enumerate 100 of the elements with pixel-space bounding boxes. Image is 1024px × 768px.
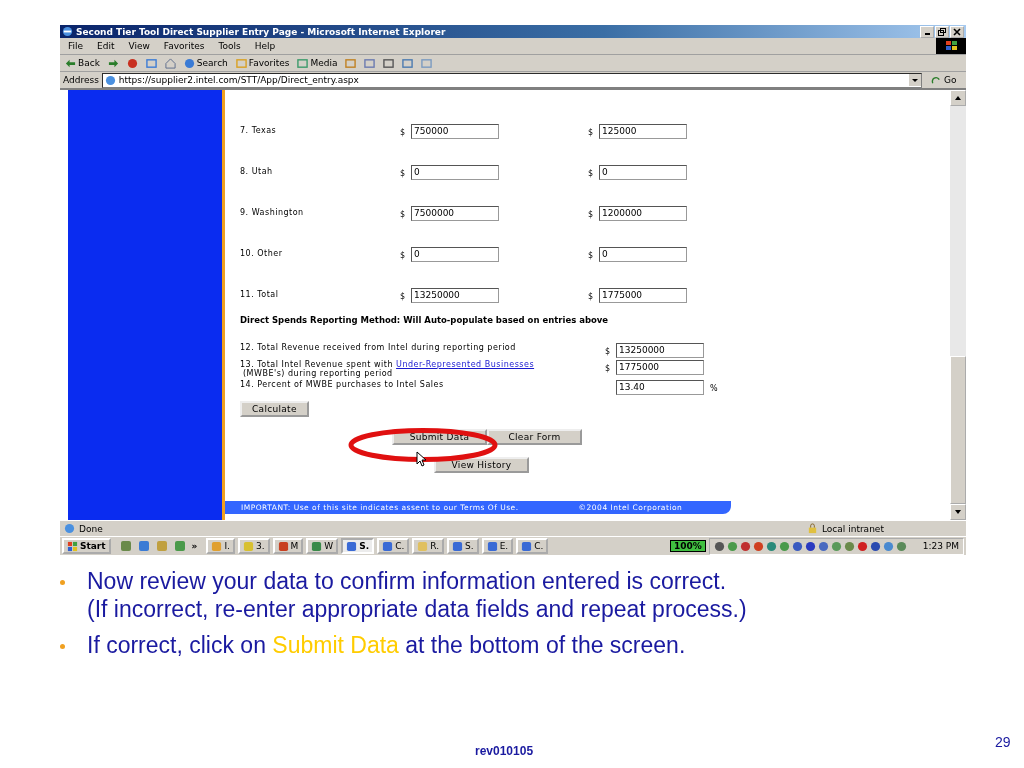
menu-item[interactable]: File <box>68 41 84 51</box>
more-button[interactable]: » <box>191 541 198 551</box>
toolbar-icon <box>383 57 395 69</box>
tray-icon[interactable] <box>817 540 829 552</box>
toolbar-button[interactable] <box>106 57 120 69</box>
dropdown-button[interactable] <box>909 74 921 86</box>
toolbar-button[interactable] <box>125 57 139 69</box>
right-arrow-icon <box>107 57 119 69</box>
revision-label: rev010105 <box>475 744 534 758</box>
toolbar-button[interactable] <box>401 57 415 69</box>
toolbar-button[interactable] <box>163 57 177 69</box>
close-button[interactable] <box>950 25 964 38</box>
tray-icon[interactable] <box>713 540 725 552</box>
taskbar-button[interactable]: C. <box>377 538 410 554</box>
menu-item[interactable]: View <box>128 41 150 51</box>
toolbar-button[interactable] <box>344 57 358 69</box>
tray-icon[interactable] <box>895 540 907 552</box>
taskbar-button[interactable]: S. <box>341 538 375 554</box>
input-field[interactable]: 7500000 <box>411 206 499 221</box>
close-icon <box>953 27 961 36</box>
app-icon <box>311 540 323 552</box>
question-label: 14. Percent of MWBE purchases to Intel Sales <box>240 380 445 389</box>
tray-icon[interactable] <box>791 540 803 552</box>
menu-item[interactable]: Help <box>254 41 276 51</box>
menu-item[interactable]: Favorites <box>163 41 205 51</box>
window-title: Second Tier Tool Direct Supplier Entry Page - Microsoft Internet Explorer <box>76 26 447 37</box>
tray-icon[interactable] <box>739 540 751 552</box>
input-field[interactable]: 1775000 <box>599 288 687 303</box>
page-icon <box>64 523 75 534</box>
quick-launch-icon[interactable] <box>155 540 168 552</box>
quick-launch-icon[interactable] <box>173 540 186 552</box>
taskbar-button[interactable]: I. <box>206 538 235 554</box>
row-label: 7. Texas <box>240 125 278 135</box>
windows-logo-icon <box>936 38 966 54</box>
menu-item[interactable]: Edit <box>97 41 115 51</box>
app-icon <box>486 540 498 552</box>
toolbar-button[interactable] <box>363 57 377 69</box>
menu-item[interactable]: Tools <box>218 41 241 51</box>
taskbar-button[interactable]: W <box>306 538 339 554</box>
instruction-text: If correct, click on Submit Data at the bottom of the screen. <box>87 631 686 659</box>
toolbar-button[interactable]: Back <box>64 57 101 69</box>
toolbar-icon <box>235 57 247 69</box>
currency-sign: $ <box>400 127 407 137</box>
taskbar-button[interactable]: E. <box>481 538 514 554</box>
address-label: Address <box>63 75 99 85</box>
toolbar-button[interactable] <box>420 57 434 69</box>
tray-icon[interactable] <box>804 540 816 552</box>
clear-form-button[interactable]: Clear Form <box>487 429 582 445</box>
toolbar-button[interactable]: Search <box>182 57 229 69</box>
input-field[interactable]: 0 <box>599 247 687 262</box>
scroll-thumb[interactable] <box>950 356 966 504</box>
instruction-text: Now review your data to confirm information entered is correct. <box>87 567 728 595</box>
scroll-up-button[interactable] <box>950 90 966 106</box>
input-field[interactable]: 125000 <box>599 124 687 139</box>
businesses-link[interactable]: Under-Represented Businesses <box>396 360 535 369</box>
input-field[interactable]: 1200000 <box>599 206 687 221</box>
bullet-icon <box>60 580 65 585</box>
input-field[interactable]: 13.40 <box>616 380 704 395</box>
quick-launch-icon[interactable] <box>119 540 132 552</box>
input-field[interactable]: 13250000 <box>411 288 499 303</box>
scrollbar[interactable] <box>950 90 966 520</box>
input-field[interactable]: 0 <box>599 165 687 180</box>
taskbar-button[interactable]: R. <box>412 538 445 554</box>
restore-button[interactable] <box>935 25 949 38</box>
minimize-button[interactable] <box>920 25 934 38</box>
input-field[interactable]: 0 <box>411 165 499 180</box>
minimize-icon <box>924 33 930 35</box>
scroll-down-button[interactable] <box>950 504 966 520</box>
tray-icon[interactable] <box>752 540 764 552</box>
toolbar-button[interactable]: Media <box>296 57 339 69</box>
address-field[interactable]: https://supplier2.intel.com/STT/App/Direct_entry.aspx <box>101 72 922 88</box>
row-label: 9. Washington <box>240 207 305 217</box>
stop-icon <box>126 57 138 69</box>
go-button[interactable]: Go <box>925 73 963 87</box>
house-icon <box>164 57 176 69</box>
taskbar-button[interactable]: C. <box>516 538 549 554</box>
tray-icon[interactable] <box>856 540 868 552</box>
currency-sign: $ <box>588 291 595 301</box>
taskbar-button[interactable]: S. <box>447 538 479 554</box>
input-field[interactable]: 0 <box>411 247 499 262</box>
input-field[interactable]: 750000 <box>411 124 499 139</box>
percent-sign: % <box>709 383 719 393</box>
tray-icon[interactable] <box>869 540 881 552</box>
security-zone: Local intranet <box>822 523 885 534</box>
toolbar-button[interactable]: Favorites <box>234 57 291 69</box>
toolbar-button[interactable] <box>382 57 396 69</box>
input-field[interactable]: 1775000 <box>616 360 704 375</box>
currency-sign: $ <box>588 168 595 178</box>
question-label: 12. Total Revenue received from Intel during reporting period <box>240 343 517 352</box>
tray-icon[interactable] <box>843 540 855 552</box>
taskbar-button[interactable]: M <box>272 538 304 554</box>
taskbar-button[interactable]: 3. <box>237 538 270 554</box>
padlock-icon <box>807 523 818 534</box>
currency-sign: $ <box>400 168 407 178</box>
quick-launch-icon[interactable] <box>137 540 150 552</box>
tray-icon[interactable] <box>765 540 777 552</box>
start-button[interactable]: Start <box>62 538 111 554</box>
calculate-button[interactable]: Calculate <box>240 401 309 417</box>
input-field[interactable]: 13250000 <box>616 343 704 358</box>
tray-icon[interactable] <box>882 540 894 552</box>
